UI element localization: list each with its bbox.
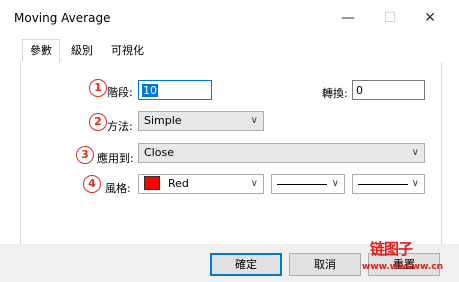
method-value: Simple [144,114,182,127]
color-swatch [144,176,160,190]
method-dropdown[interactable]: Simple ∨ [138,111,264,131]
chevron-down-icon: ∨ [411,147,419,158]
cancel-button[interactable]: 取消 [289,253,361,276]
shift-input[interactable]: 0 [352,80,425,100]
apply-to-value: Close [144,146,174,159]
minimize-button[interactable]: — [333,6,363,30]
line-style-dropdown[interactable]: ∨ [271,174,345,194]
chevron-down-icon: ∨ [411,178,419,189]
color-name: Red [168,177,189,190]
title-bar: Moving Average — ☐ ✕ [0,0,459,36]
watermark-url: www.wwsww.cn [362,262,443,272]
style-label: 風格: [105,182,131,195]
tab-visualization[interactable]: 可視化 [104,40,151,62]
color-dropdown[interactable]: Red ∨ [138,174,264,194]
line-width-preview [358,184,408,185]
close-button[interactable]: ✕ [415,6,445,30]
method-label: 方法: [107,120,133,133]
tab-levels[interactable]: 級別 [64,40,100,62]
period-label: 階段: [107,86,133,99]
period-input[interactable]: 10 [138,80,212,100]
shift-label: 轉換: [322,87,348,100]
chevron-down-icon: ∨ [331,178,339,189]
apply-to-dropdown[interactable]: Close ∨ [138,143,425,163]
watermark-logo: 链图子 [370,240,413,258]
maximize-button[interactable]: ☐ [375,6,405,30]
apply-to-label: 應用到: [97,152,134,165]
marker-3: 3 [76,146,94,164]
chevron-down-icon: ∨ [250,115,258,126]
line-width-dropdown[interactable]: ∨ [352,174,425,194]
marker-1: 1 [89,79,107,97]
marker-2: 2 [89,113,107,131]
chevron-down-icon: ∨ [250,178,258,189]
period-value: 10 [142,84,158,97]
ok-button[interactable]: 確定 [210,253,282,276]
marker-4: 4 [83,175,101,193]
window-title: Moving Average [14,11,111,25]
line-style-preview [277,184,327,185]
